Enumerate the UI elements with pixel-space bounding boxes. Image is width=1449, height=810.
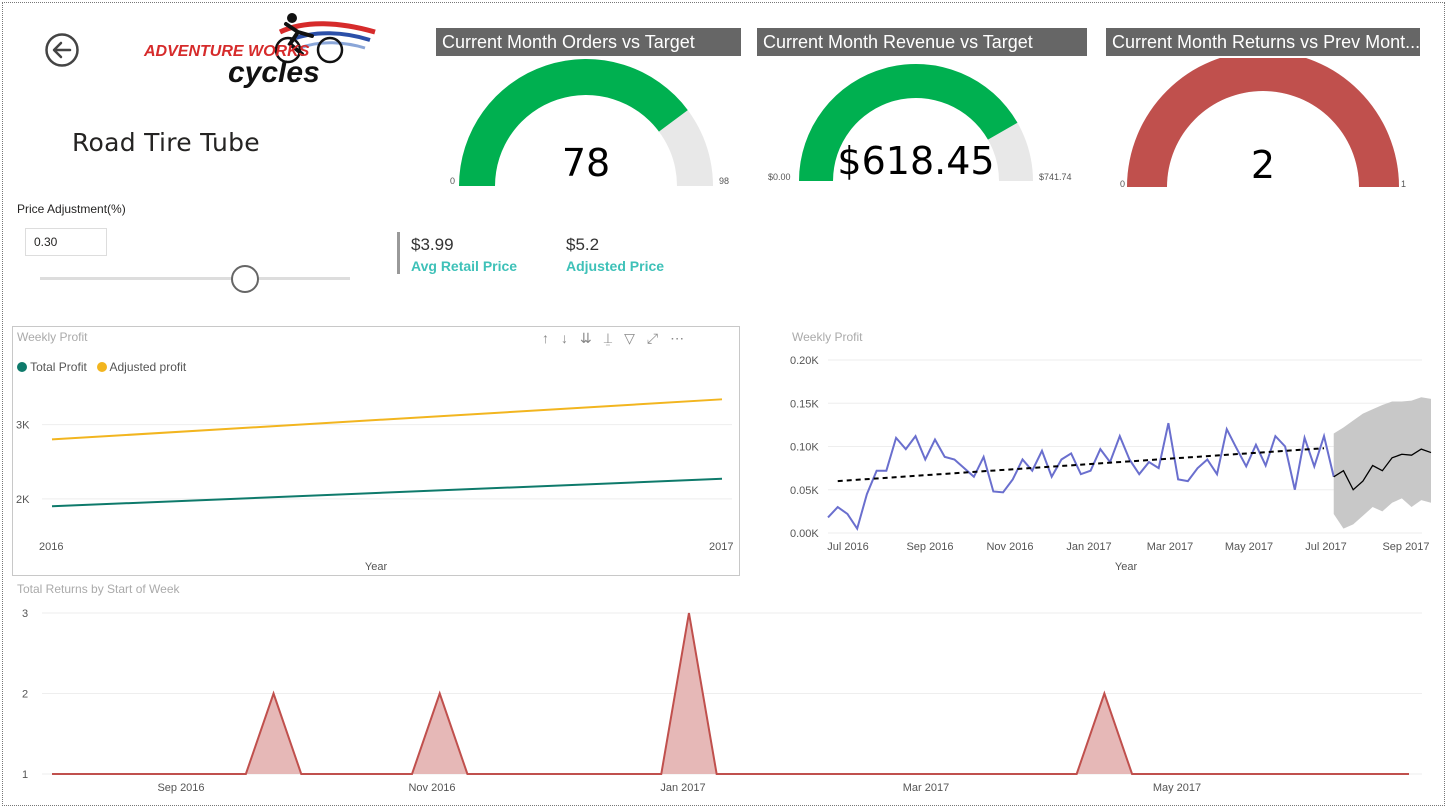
legend-label-adjusted-profit: Adjusted profit	[109, 360, 187, 374]
x-tick-label: May 2017	[1153, 782, 1201, 794]
x-tick-label: Sep 2016	[157, 782, 204, 794]
y-tick-label: 0.20K	[790, 355, 819, 367]
avg-retail-price-label: Avg Retail Price	[411, 258, 518, 274]
y-tick-label: 0.10K	[790, 442, 819, 454]
x-tick-label: Mar 2017	[903, 782, 949, 794]
gauge-returns-value: 2	[1251, 143, 1275, 187]
x-tick-label: Nov 2016	[986, 541, 1033, 553]
weekly-profit-forecast-chart: 0.00K 0.05K 0.10K 0.15K 0.20K Jul 2016 Sep 201…	[790, 355, 1432, 573]
adjusted-price-label: Adjusted Price	[566, 258, 665, 274]
gauge-orders-value: 78	[562, 141, 610, 185]
weekly-profit-chart-1: 2K 3K 2016 2017 Year	[16, 398, 733, 573]
trend-line	[837, 447, 1325, 483]
x-tick-label: 2017	[709, 541, 733, 553]
series-line	[51, 398, 723, 441]
y-tick-label: 2	[22, 689, 28, 701]
double-arrow-down-icon[interactable]: ⇊	[580, 330, 592, 347]
y-tick-label: 1	[22, 769, 28, 781]
x-tick-label: May 2017	[1225, 541, 1273, 553]
gauge-returns-min: 0	[1120, 179, 1125, 189]
logo-text-bottom: cycles	[228, 56, 320, 89]
gauge-returns-max: 1	[1401, 179, 1406, 189]
legend-label-total-profit: Total Profit	[30, 360, 87, 374]
x-tick-label: Jul 2017	[1305, 541, 1347, 553]
price-adjustment-slider-track[interactable]	[40, 277, 350, 280]
product-title: Road Tire Tube	[72, 128, 260, 157]
gauge-revenue-min: $0.00	[768, 172, 791, 182]
series-line	[51, 477, 723, 508]
x-tick-label: Jan 2017	[1066, 541, 1111, 553]
x-tick-label: Nov 2016	[408, 782, 455, 794]
legend-item-adjusted-profit[interactable]: Adjusted profit	[96, 360, 187, 374]
y-tick-label: 3K	[16, 420, 30, 432]
visual-header-toolbar: ↑ ↓ ⇊ ⍊ ▽ ⤢ ⋯	[542, 330, 684, 347]
filter-icon[interactable]: ▽	[624, 330, 635, 347]
gauge-orders-title: Current Month Orders vs Target	[436, 28, 741, 56]
y-tick-label: 0.00K	[790, 528, 819, 540]
focus-mode-icon[interactable]: ⤢	[647, 330, 658, 347]
x-tick-label: 2016	[39, 541, 63, 553]
price-adjustment-slider-thumb[interactable]	[230, 265, 259, 293]
y-tick-label: 0.15K	[790, 398, 819, 410]
x-tick-label: Jul 2016	[827, 541, 869, 553]
legend-1: Total Profit Adjusted profit	[17, 360, 186, 374]
more-options-icon[interactable]: ⋯	[670, 330, 684, 347]
x-tick-label: Sep 2016	[906, 541, 953, 553]
kpi-divider	[397, 232, 400, 274]
gauge-orders-max: 98	[719, 176, 729, 186]
gauge-revenue-title: Current Month Revenue vs Target	[757, 28, 1087, 56]
adjusted-price-value: $5.2	[566, 235, 600, 254]
x-tick-label: Jan 2017	[660, 782, 705, 794]
x-axis-label: Year	[1115, 561, 1138, 573]
gauge-revenue-value: $618.45	[837, 139, 994, 183]
arrow-up-icon[interactable]: ↑	[542, 330, 549, 347]
y-tick-label: 2K	[16, 494, 30, 506]
weekly-profit-title-1: Weekly Profit	[17, 330, 88, 344]
legend-item-total-profit[interactable]: Total Profit	[17, 360, 87, 374]
expand-hierarchy-icon[interactable]: ⍊	[604, 330, 612, 347]
back-arrow-icon[interactable]	[44, 32, 80, 68]
gauge-orders-min: 0	[450, 176, 455, 186]
legend-dot-icon	[17, 362, 27, 372]
forecast-band	[1333, 397, 1431, 529]
adventure-works-logo: ADVENTURE WORKS cycles	[143, 13, 376, 89]
price-adjustment-label: Price Adjustment(%)	[17, 202, 126, 216]
y-tick-label: 0.05K	[790, 485, 819, 497]
returns-chart-title: Total Returns by Start of Week	[17, 582, 180, 596]
returns-area-chart: 1 2 3 Sep 2016 Nov 2016 Jan 2017 Mar 2017 May 2…	[22, 608, 1422, 794]
legend-dot-icon	[96, 362, 107, 372]
x-axis-label: Year	[365, 561, 388, 573]
gauge-revenue-max: $741.74	[1039, 172, 1072, 182]
x-tick-label: Sep 2017	[1382, 541, 1429, 553]
gauge-revenue: $618.45 $0.00 $741.74	[768, 63, 1072, 183]
price-adjustment-input[interactable]	[25, 228, 107, 256]
gauge-returns: 2 0 1	[1120, 58, 1406, 189]
x-tick-label: Mar 2017	[1147, 541, 1193, 553]
gauge-orders: 78 0 98	[450, 59, 729, 187]
y-tick-label: 3	[22, 608, 28, 620]
weekly-profit-title-2: Weekly Profit	[792, 330, 863, 344]
gauge-returns-title: Current Month Returns vs Prev Mont...	[1106, 28, 1420, 56]
avg-retail-price-value: $3.99	[411, 235, 454, 254]
arrow-down-icon[interactable]: ↓	[561, 330, 568, 347]
